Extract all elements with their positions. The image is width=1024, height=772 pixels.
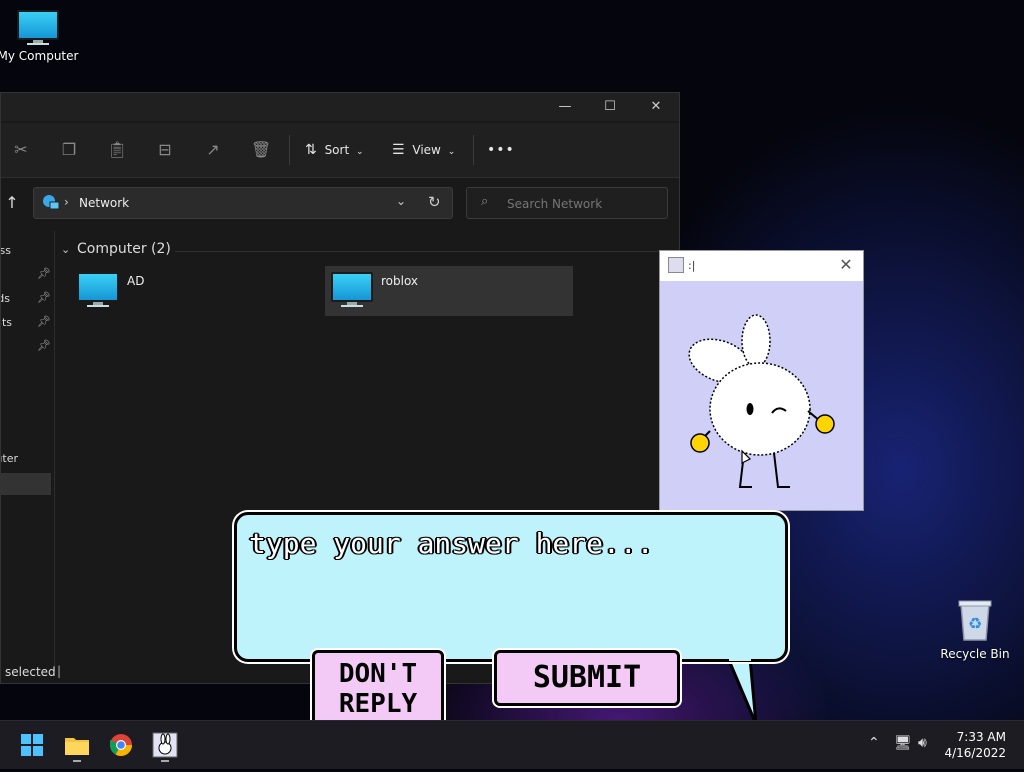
submit-button[interactable]: SUBMIT: [494, 650, 680, 706]
dont-reply-label-line1: DON'T: [338, 659, 418, 689]
address-dropdown-icon[interactable]: ⌄: [396, 194, 406, 208]
close-button[interactable]: ✕: [644, 97, 668, 117]
taskbar: ⌃ 🖥︎ 🔊︎ 7:33 AM 4/16/2022: [0, 720, 1024, 769]
search-box[interactable]: ⌕: [466, 187, 668, 219]
clock-date: 4/16/2022: [944, 746, 1006, 760]
nav-item-access[interactable]: ss: [1, 241, 54, 261]
item-name: AD: [127, 274, 145, 288]
network-computer-ad[interactable]: AD: [71, 266, 319, 316]
sort-button[interactable]: ⇅ Sort ⌄: [305, 139, 364, 161]
delete-icon[interactable]: 🗑︎: [251, 140, 271, 160]
share-icon[interactable]: ↗: [203, 140, 223, 160]
clock-time: 7:33 AM: [956, 730, 1006, 744]
show-hidden-icons-button[interactable]: ⌃: [868, 735, 880, 751]
network-tray-icon[interactable]: 🖥︎: [894, 735, 912, 751]
svg-text:♻: ♻: [968, 614, 982, 633]
speech-bubble: [234, 512, 788, 662]
title-bar[interactable]: — ☐ ✕: [1, 93, 679, 121]
chevron-down-icon: ⌄: [356, 147, 364, 157]
desktop-icon-recycle-bin[interactable]: ♻ Recycle Bin: [933, 598, 1017, 661]
desktop-icon-label: My Computer: [0, 49, 79, 63]
up-arrow-icon[interactable]: ↑: [3, 193, 21, 212]
command-bar: ✂ ❐ 📋︎ ⊟ ↗ 🗑︎ ⇅ Sort ⌄ ☰ View ⌄ •••: [1, 123, 679, 178]
minimize-button[interactable]: —: [553, 97, 577, 117]
refresh-icon[interactable]: ↻: [428, 193, 441, 211]
group-divider: [175, 251, 665, 252]
popup-title: :|: [688, 259, 696, 272]
bunny-app-icon: [668, 257, 684, 273]
clock[interactable]: 7:33 AM 4/16/2022: [944, 729, 1006, 761]
popup-title-bar[interactable]: :| ✕: [660, 251, 863, 281]
dont-reply-button[interactable]: DON'T REPLY: [312, 650, 444, 728]
desktop-icon-my-computer[interactable]: My Computer: [0, 10, 80, 63]
search-icon: ⌕: [481, 194, 489, 209]
bunny-app-taskbar-button[interactable]: [147, 727, 183, 763]
nav-item-downloads[interactable]: ds📌︎: [1, 289, 54, 309]
view-label: View: [412, 143, 441, 157]
group-header[interactable]: Computer (2): [77, 241, 171, 257]
recycle-bin-icon: ♻: [955, 598, 995, 645]
address-location: Network: [79, 196, 130, 210]
nav-item-desktop[interactable]: 📌︎: [1, 265, 54, 285]
chevron-down-icon[interactable]: ⌄: [61, 243, 70, 256]
chevron-right-icon: ›: [64, 195, 69, 209]
more-options-button[interactable]: •••: [487, 139, 515, 161]
submit-label: SUBMIT: [532, 660, 642, 695]
status-text: selected: [5, 665, 56, 679]
chrome-icon: [110, 734, 132, 756]
item-name: roblox: [381, 274, 419, 288]
toolbar-divider: [289, 135, 290, 165]
maximize-button[interactable]: ☐: [598, 97, 622, 117]
bunny-popup-window: :| ✕: [659, 250, 864, 511]
answer-input[interactable]: [247, 525, 771, 649]
computer-icon: [331, 272, 373, 307]
pin-icon: 📌︎: [37, 291, 51, 304]
close-icon[interactable]: ✕: [837, 256, 855, 274]
speech-bubble-tail-cover: [729, 655, 751, 661]
sort-icon: ⇅: [305, 142, 317, 158]
computer-icon: [17, 10, 59, 45]
nav-item-pictures[interactable]: 📌︎: [1, 337, 54, 357]
copy-icon[interactable]: ❐: [59, 140, 79, 160]
dont-reply-label-line2: REPLY: [338, 689, 418, 719]
desktop-icon-label: Recycle Bin: [940, 647, 1010, 661]
pin-icon: 📌︎: [37, 267, 51, 280]
chevron-down-icon: ⌄: [447, 147, 456, 157]
pin-icon: 📌︎: [37, 339, 51, 352]
bunny-illustration: [688, 314, 835, 488]
nav-item-this-pc[interactable]: uter: [1, 449, 54, 469]
chrome-taskbar-button[interactable]: [103, 727, 139, 763]
search-input[interactable]: [505, 195, 659, 213]
address-bar[interactable]: › Network ⌄ ↻: [33, 187, 453, 219]
bunny-app-icon: [152, 732, 178, 762]
status-divider: |: [57, 664, 62, 678]
rename-icon[interactable]: ⊟: [155, 140, 175, 160]
windows-logo-icon: [21, 734, 43, 756]
network-computer-roblox[interactable]: roblox: [325, 266, 573, 316]
view-button[interactable]: ☰ View ⌄: [392, 139, 455, 161]
view-icon: ☰: [392, 142, 405, 158]
network-icon: [42, 194, 60, 215]
chevron-up-icon: ⌃: [868, 735, 880, 751]
paste-icon[interactable]: 📋︎: [107, 140, 127, 160]
address-row: ↑ › Network ⌄ ↻ ⌕: [1, 179, 679, 225]
start-button[interactable]: [14, 727, 50, 763]
speaker-icon: 🔊︎: [918, 735, 927, 751]
monitor-network-icon: 🖥︎: [894, 735, 912, 751]
cut-icon[interactable]: ✂: [11, 140, 31, 160]
file-explorer-taskbar-button[interactable]: [59, 727, 95, 763]
nav-item-documents[interactable]: nts📌︎: [1, 313, 54, 333]
volume-tray-icon[interactable]: 🔊︎: [918, 735, 927, 751]
folder-icon: [65, 738, 89, 762]
pin-icon: 📌︎: [37, 315, 51, 328]
sort-label: Sort: [324, 143, 350, 157]
toolbar-divider: [473, 135, 474, 165]
navigation-pane: ss 📌︎ ds📌︎ nts📌︎ 📌︎ uter: [1, 231, 55, 671]
computer-icon: [77, 272, 119, 307]
nav-item-network[interactable]: [1, 473, 51, 495]
more-options-icon: •••: [487, 142, 515, 158]
